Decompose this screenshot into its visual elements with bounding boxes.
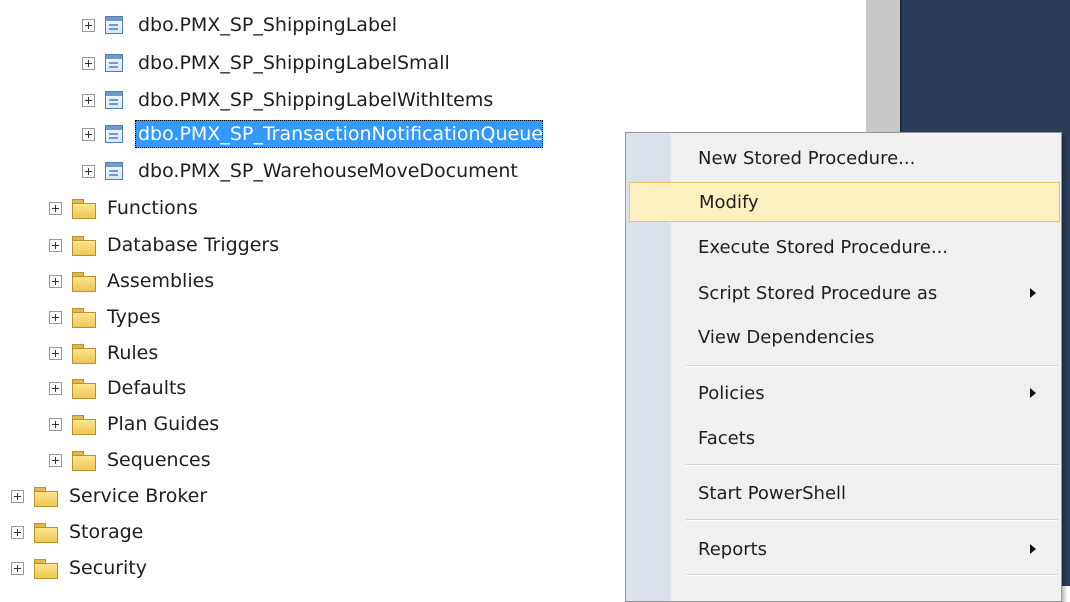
tree-node-label: Security — [69, 557, 148, 579]
tree-node-folder[interactable]: Functions — [49, 190, 201, 226]
tree-node-folder[interactable]: Plan Guides — [49, 406, 222, 442]
expand-icon[interactable] — [49, 417, 62, 431]
tree-node-folder[interactable]: Assemblies — [49, 263, 217, 299]
folder-icon — [34, 486, 58, 507]
expand-icon[interactable] — [49, 453, 62, 467]
context-menu: New Stored Procedure... Modify Execute S… — [625, 132, 1062, 602]
menu-item-label: Facets — [698, 427, 756, 449]
menu-separator — [686, 464, 1058, 466]
tree-node-procedure-selected[interactable]: dbo.PMX_SP_TransactionNotificationQueue — [82, 116, 543, 152]
menu-item-policies[interactable]: Policies — [629, 373, 1060, 413]
tree-node-label: dbo.PMX_SP_ShippingLabelWithItems — [138, 89, 494, 111]
menu-item-label: Reports — [698, 538, 768, 560]
tree-node-procedure[interactable]: dbo.PMX_SP_WarehouseMoveDocument — [82, 153, 521, 189]
expand-icon[interactable] — [49, 381, 62, 395]
expand-icon[interactable] — [82, 127, 95, 141]
folder-icon — [72, 198, 96, 219]
submenu-arrow-icon — [1030, 544, 1036, 554]
submenu-arrow-icon — [1030, 288, 1036, 298]
menu-item-execute-stored-procedure[interactable]: Execute Stored Procedure... — [629, 227, 1060, 267]
tree-node-folder[interactable]: Rules — [49, 335, 161, 371]
menu-item-script-stored-procedure-as[interactable]: Script Stored Procedure as — [629, 273, 1060, 313]
tree-node-folder[interactable]: Database Triggers — [49, 227, 282, 263]
expand-icon[interactable] — [49, 310, 62, 324]
expand-icon[interactable] — [82, 56, 95, 70]
menu-item-start-powershell[interactable]: Start PowerShell — [629, 473, 1060, 513]
tree-node-folder[interactable]: Storage — [11, 514, 146, 550]
folder-icon — [72, 235, 96, 256]
tree-node-label: dbo.PMX_SP_ShippingLabel — [138, 14, 397, 36]
stored-procedure-icon — [105, 91, 123, 109]
tree-node-label: dbo.PMX_SP_TransactionNotificationQueue — [135, 120, 543, 148]
stored-procedure-icon — [105, 162, 123, 180]
expand-icon[interactable] — [11, 489, 24, 503]
folder-icon — [72, 343, 96, 364]
stored-procedure-icon — [105, 54, 123, 72]
tree-node-label: Defaults — [107, 377, 187, 399]
menu-item-label: New Stored Procedure... — [698, 147, 916, 169]
tree-node-label: dbo.PMX_SP_WarehouseMoveDocument — [138, 160, 518, 182]
menu-separator — [686, 365, 1058, 367]
tree-node-procedure[interactable]: dbo.PMX_SP_ShippingLabel — [82, 7, 400, 43]
expand-icon[interactable] — [82, 164, 95, 178]
tree-node-procedure[interactable]: dbo.PMX_SP_ShippingLabelWithItems — [82, 82, 496, 118]
expand-icon[interactable] — [82, 93, 95, 107]
expand-icon[interactable] — [11, 561, 24, 575]
tree-node-folder[interactable]: Service Broker — [11, 478, 210, 514]
expand-icon[interactable] — [49, 238, 62, 252]
tree-node-label: Assemblies — [107, 270, 215, 292]
tree-node-label: Types — [107, 306, 161, 328]
expand-icon[interactable] — [49, 274, 62, 288]
menu-item-facets[interactable]: Facets — [629, 418, 1060, 458]
stored-procedure-icon — [105, 125, 123, 143]
folder-icon — [72, 378, 96, 399]
menu-item-label: Execute Stored Procedure... — [698, 236, 949, 258]
folder-icon — [72, 307, 96, 328]
menu-item-modify[interactable]: Modify — [629, 182, 1060, 222]
tree-node-label: Sequences — [107, 449, 211, 471]
menu-item-label: Script Stored Procedure as — [698, 282, 938, 304]
folder-icon — [34, 558, 58, 579]
submenu-arrow-icon — [1030, 388, 1036, 398]
tree-node-folder[interactable]: Defaults — [49, 370, 189, 406]
tree-node-label: Functions — [107, 197, 198, 219]
folder-icon — [34, 522, 58, 543]
menu-separator — [686, 574, 1058, 576]
expand-icon[interactable] — [49, 201, 62, 215]
tree-node-label: Plan Guides — [107, 413, 220, 435]
tree-node-label: Rules — [107, 342, 159, 364]
menu-item-view-dependencies[interactable]: View Dependencies — [629, 317, 1060, 357]
folder-icon — [72, 271, 96, 292]
expand-icon[interactable] — [49, 346, 62, 360]
tree-node-folder[interactable]: Types — [49, 299, 164, 335]
menu-separator — [686, 519, 1058, 521]
tree-node-procedure[interactable]: dbo.PMX_SP_ShippingLabelSmall — [82, 45, 453, 81]
menu-item-reports[interactable]: Reports — [629, 529, 1060, 569]
menu-item-label: View Dependencies — [698, 326, 875, 348]
menu-item-label: Start PowerShell — [698, 482, 847, 504]
menu-item-label: Modify — [699, 191, 759, 213]
tree-node-folder[interactable]: Security — [11, 550, 150, 586]
tree-node-label: Service Broker — [69, 485, 208, 507]
tree-node-label: Storage — [69, 521, 144, 543]
tree-node-label: dbo.PMX_SP_ShippingLabelSmall — [138, 52, 450, 74]
expand-icon[interactable] — [82, 18, 95, 32]
tree-node-folder[interactable]: Sequences — [49, 442, 214, 478]
stored-procedure-icon — [105, 16, 123, 34]
expand-icon[interactable] — [11, 525, 24, 539]
menu-item-label: Policies — [698, 382, 765, 404]
folder-icon — [72, 414, 96, 435]
tree-node-label: Database Triggers — [107, 234, 280, 256]
folder-icon — [72, 450, 96, 471]
menu-item-new-stored-procedure[interactable]: New Stored Procedure... — [629, 138, 1060, 178]
